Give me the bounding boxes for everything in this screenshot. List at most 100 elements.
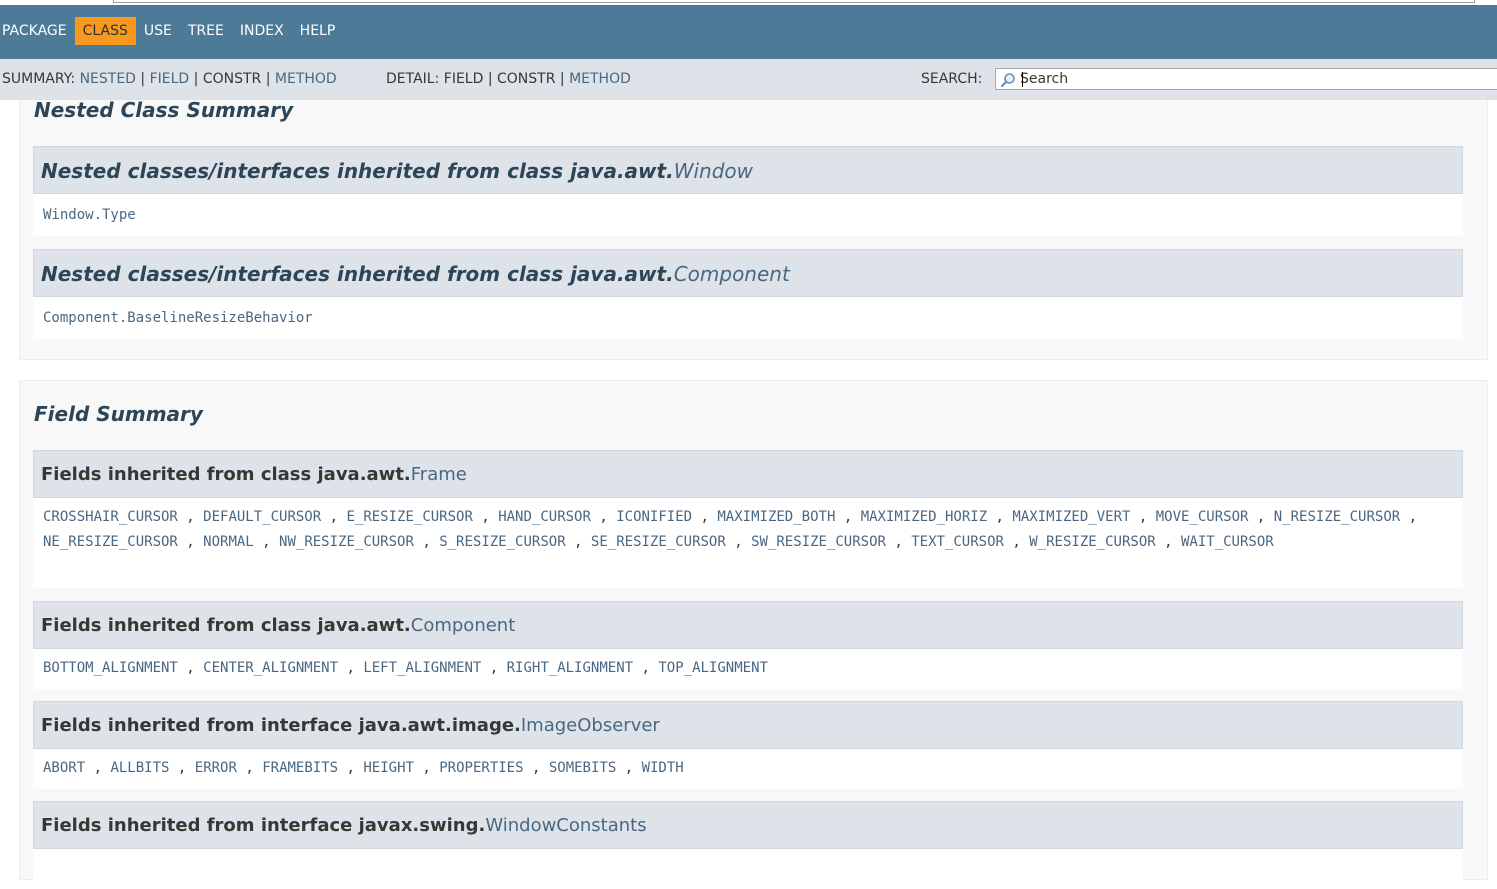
field-link[interactable]: MAXIMIZED_HORIZ [861,509,987,525]
search-label: SEARCH: [921,71,983,87]
list-separator: , [413,760,440,776]
separator: | [265,71,271,87]
detail-links: DETAIL: FIELD | CONSTR | METHOD [386,71,631,87]
imageobserver-link[interactable]: ImageObserver [521,715,660,736]
field-link[interactable]: W_RESIZE_CURSOR [1029,534,1155,550]
baseline-resize-behavior-link[interactable]: Component.BaselineResizeBehavior [43,310,313,326]
field-link[interactable]: N_RESIZE_CURSOR [1274,509,1400,525]
list-separator: , [321,509,347,525]
detail-method-link[interactable]: METHOD [569,71,631,87]
address-bar-edge [113,0,1475,3]
field-link[interactable]: HEIGHT [363,760,414,776]
search-input[interactable] [1020,70,1497,88]
list-separator: , [987,509,1013,525]
list-separator: , [616,760,642,776]
field-link[interactable]: HAND_CURSOR [498,509,591,525]
window-type-link[interactable]: Window.Type [43,207,136,223]
list-separator: , [885,534,912,550]
list-separator: , [590,509,617,525]
field-link[interactable]: NE_RESIZE_CURSOR [43,534,178,550]
field-link[interactable]: TEXT_CURSOR [911,534,1004,550]
list-separator: , [236,760,263,776]
field-link[interactable]: WIDTH [642,760,684,776]
field-link[interactable]: RIGHT_ALIGNMENT [507,660,633,676]
search-icon [1000,73,1015,88]
fields-inherited-component: Fields inherited from class java.awt.Com… [33,601,1463,689]
inherited-list: Component.BaselineResizeBehavior [33,297,1463,339]
field-link[interactable]: SOMEBITS [549,760,616,776]
field-link[interactable]: S_RESIZE_CURSOR [439,534,565,550]
field-link[interactable]: NORMAL [203,534,254,550]
field-link[interactable]: SW_RESIZE_CURSOR [751,534,886,550]
nested-summary-title: Nested Class Summary [34,98,294,122]
field-link[interactable]: MAXIMIZED_VERT [1012,509,1130,525]
frame-class-link[interactable]: Frame [411,464,467,485]
field-link[interactable]: SE_RESIZE_CURSOR [591,534,726,550]
list-separator: , [169,760,195,776]
field-summary: Field Summary Fields inherited from clas… [19,380,1488,889]
navbar-menu: PACKAGE CLASS USE TREE INDEX HELP [0,17,343,45]
field-link[interactable]: ALLBITS [110,760,169,776]
nav-index[interactable]: INDEX [232,17,292,45]
field-link[interactable]: MAXIMIZED_BOTH [717,509,835,525]
nav-tree[interactable]: TREE [180,17,232,45]
list-separator: , [1003,534,1030,550]
list-separator: , [1155,534,1181,550]
field-link[interactable]: WAIT_CURSOR [1181,534,1274,550]
separator: | [487,71,493,87]
list-separator: , [523,760,549,776]
heading-prefix: Fields inherited from class java.awt. [41,464,411,485]
heading-prefix: Nested classes/interfaces inherited from… [41,159,674,183]
field-link[interactable]: ABORT [43,760,85,776]
field-link[interactable]: ERROR [195,760,237,776]
list-separator: , [177,660,204,676]
field-link[interactable]: CENTER_ALIGNMENT [203,660,338,676]
window-class-link[interactable]: Window [674,159,753,183]
field-link[interactable]: MOVE_CURSOR [1156,509,1249,525]
field-link[interactable]: E_RESIZE_CURSOR [346,509,472,525]
inherited-header: Fields inherited from interface java.awt… [33,701,1463,749]
detail-constr: CONSTR [497,71,556,87]
inherited-header: Fields inherited from interface javax.sw… [33,801,1463,849]
nav-class[interactable]: CLASS [74,17,136,45]
summary-label: SUMMARY: [2,71,76,87]
text-caret [1022,72,1023,87]
field-link[interactable]: NW_RESIZE_CURSOR [279,534,414,550]
nav-package[interactable]: PACKAGE [0,17,75,45]
field-link[interactable]: ICONIFIED [616,509,692,525]
list-separator: , [85,760,111,776]
field-link[interactable]: LEFT_ALIGNMENT [363,660,481,676]
component-class-link[interactable]: Component [674,262,790,286]
field-link[interactable]: CROSSHAIR_CURSOR [43,509,178,525]
inherited-header: Fields inherited from class java.awt.Fra… [33,450,1463,498]
sub-navbar: SUMMARY: NESTED | FIELD | CONSTR | METHO… [0,59,1497,100]
separator: | [140,71,146,87]
heading-prefix: Nested classes/interfaces inherited from… [41,262,674,286]
separator: | [559,71,565,87]
nav-help[interactable]: HELP [292,17,344,45]
field-link[interactable]: TOP_ALIGNMENT [658,660,768,676]
nested-inherited-window: Nested classes/interfaces inherited from… [33,146,1463,236]
list-separator: , [472,509,499,525]
list-separator: , [177,509,204,525]
inherited-heading: Fields inherited from interface java.awt… [41,715,660,736]
list-separator: , [413,534,440,550]
summary-field-link[interactable]: FIELD [150,71,190,87]
summary-method-link[interactable]: METHOD [275,71,337,87]
list-separator: , [481,660,507,676]
summary-nested-link[interactable]: NESTED [80,71,136,87]
field-link[interactable]: BOTTOM_ALIGNMENT [43,660,178,676]
list-separator: , [725,534,752,550]
field-link[interactable]: PROPERTIES [439,760,523,776]
nav-use[interactable]: USE [136,17,180,45]
inherited-header: Nested classes/interfaces inherited from… [33,249,1463,297]
inherited-heading: Nested classes/interfaces inherited from… [41,262,790,286]
list-separator: , [692,509,718,525]
separator: | [193,71,199,87]
inherited-field-list: ABORT , ALLBITS , ERROR , FRAMEBITS , HE… [33,749,1463,789]
field-link[interactable]: FRAMEBITS [262,760,338,776]
search-box[interactable] [995,68,1497,90]
component-class-link[interactable]: Component [411,615,516,636]
field-link[interactable]: DEFAULT_CURSOR [203,509,321,525]
windowconstants-link[interactable]: WindowConstants [485,815,646,836]
